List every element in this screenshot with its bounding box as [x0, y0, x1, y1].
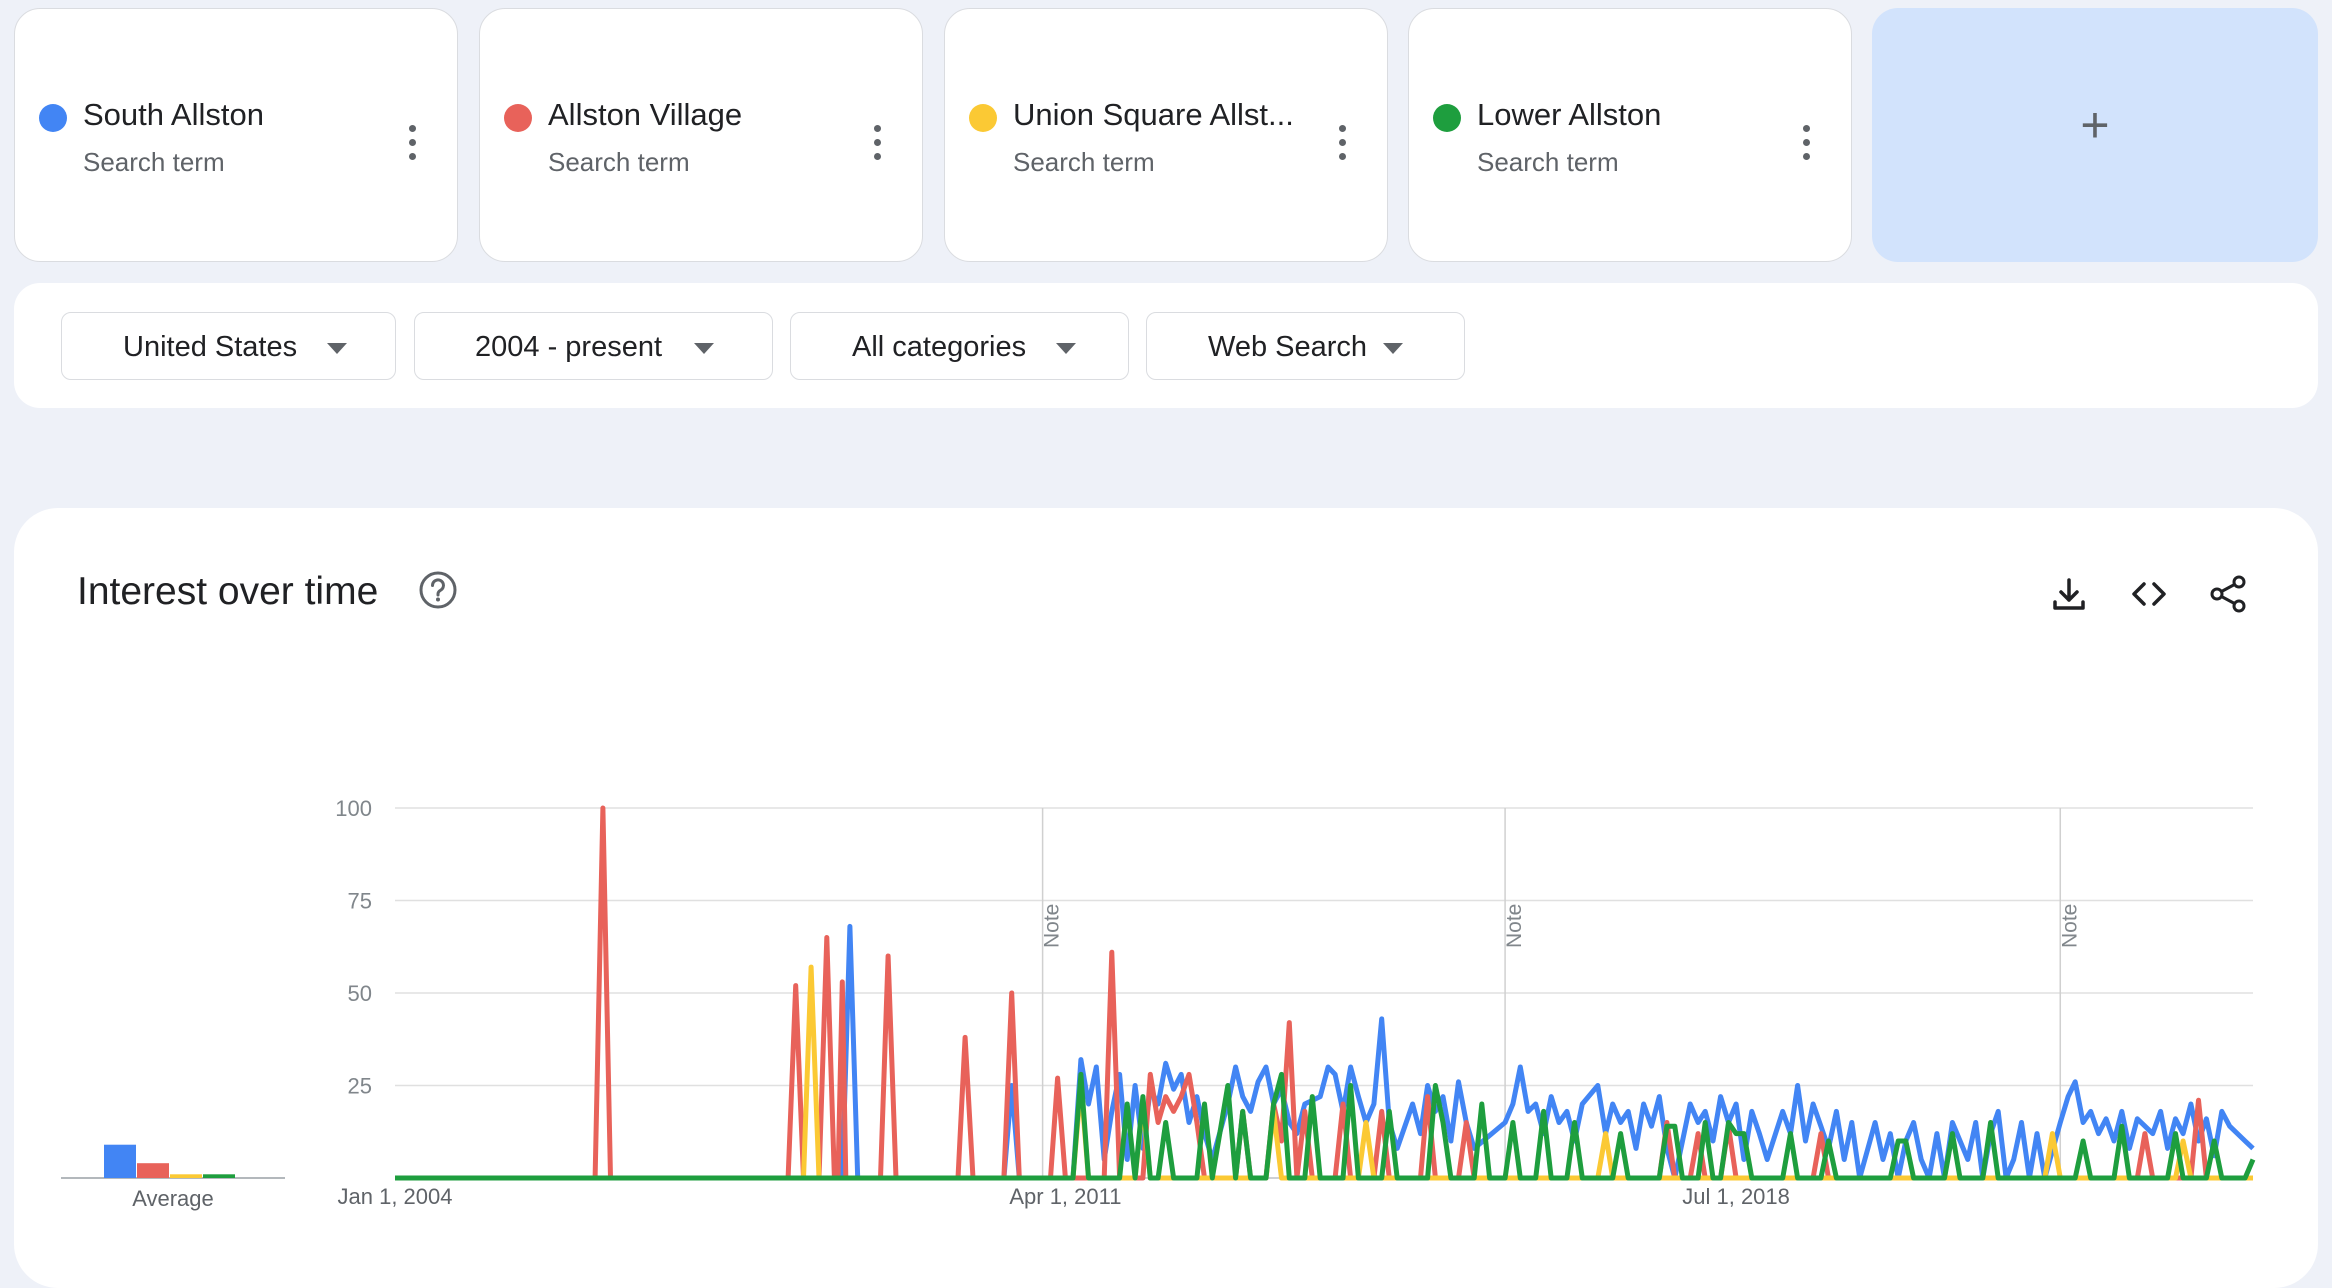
average-bar: [137, 1163, 169, 1178]
more-options-icon[interactable]: [1803, 125, 1811, 165]
x-tick-label: Jan 1, 2004: [338, 1184, 453, 1209]
x-tick-label: Jul 1, 2018: [1682, 1184, 1790, 1209]
more-options-icon[interactable]: [409, 125, 417, 165]
note-label: Note: [2058, 904, 2081, 948]
x-tick-label: Apr 1, 2011: [1009, 1184, 1121, 1209]
term-card-4[interactable]: Lower Allston Search term: [1408, 8, 1852, 262]
search-property-dropdown[interactable]: Web Search: [1146, 312, 1465, 380]
time-range-dropdown[interactable]: 2004 - present: [414, 312, 773, 380]
interest-over-time-panel: Interest over time 25 50 75 100 Note Note Note…: [14, 508, 2318, 1288]
series-color-dot: [504, 104, 532, 132]
term-name[interactable]: Lower Allston: [1477, 97, 1661, 133]
more-options-icon[interactable]: [1339, 125, 1347, 165]
term-type-label: Search term: [1013, 147, 1155, 177]
term-card-3[interactable]: Union Square Allst... Search term: [944, 8, 1388, 262]
average-bar: [104, 1144, 136, 1178]
term-name[interactable]: South Allston: [83, 97, 264, 133]
average-bar: [170, 1174, 202, 1178]
series-line: [395, 923, 2255, 1181]
term-type-label: Search term: [548, 147, 690, 177]
y-tick-label: 100: [335, 796, 372, 821]
note-label: Note: [1503, 904, 1526, 948]
y-tick-label: 50: [348, 981, 372, 1006]
add-comparison-button[interactable]: +: [1872, 8, 2318, 262]
category-dropdown[interactable]: All categories: [790, 312, 1129, 380]
average-label: Average: [132, 1186, 214, 1211]
region-label: United States: [123, 331, 298, 363]
term-type-label: Search term: [83, 147, 225, 177]
average-bar: [203, 1174, 235, 1178]
term-name[interactable]: Allston Village: [548, 97, 742, 133]
more-options-icon[interactable]: [874, 125, 882, 165]
plus-icon: +: [2080, 97, 2110, 153]
y-tick-label: 75: [348, 889, 372, 914]
time-range-label: 2004 - present: [475, 331, 663, 363]
y-tick-label: 25: [348, 1074, 372, 1099]
search-property-label: Web Search: [1208, 331, 1368, 363]
series-color-dot: [969, 104, 997, 132]
category-label: All categories: [852, 331, 1027, 363]
term-card-2[interactable]: Allston Village Search term: [479, 8, 923, 262]
search-terms-bar: South Allston Search term Allston Villag…: [14, 8, 2318, 264]
series-color-dot: [39, 104, 67, 132]
region-dropdown[interactable]: United States: [61, 312, 396, 380]
term-card-1[interactable]: South Allston Search term: [14, 8, 458, 262]
series-line: [395, 964, 2253, 1181]
chevron-down-icon: [1056, 343, 1076, 354]
chevron-down-icon: [1383, 343, 1403, 354]
filter-bar: United States 2004 - present All categor…: [14, 283, 2318, 408]
chevron-down-icon: [694, 343, 714, 354]
interest-chart: 25 50 75 100 Note Note Note Jan 1, 2004 Apr 1, 2…: [61, 796, 2256, 1211]
term-type-label: Search term: [1477, 147, 1619, 177]
note-label: Note: [1041, 904, 1064, 948]
chevron-down-icon: [327, 343, 347, 354]
series-color-dot: [1433, 104, 1461, 132]
term-name[interactable]: Union Square Allst...: [1013, 97, 1294, 133]
